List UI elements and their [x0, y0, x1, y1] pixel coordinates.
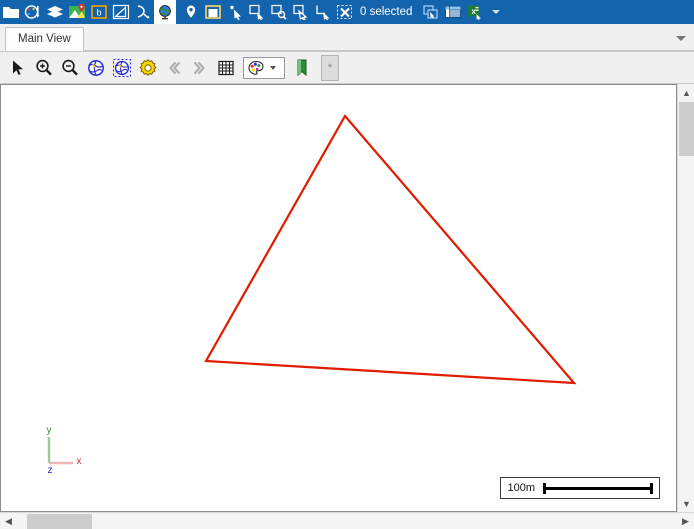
chevron-down-icon[interactable]: ▼ [678, 495, 694, 512]
application-window: b 0 selected x Main View * y x z 100m ▲ … [0, 0, 694, 529]
view-settings-gear-icon[interactable] [135, 55, 161, 81]
map-canvas[interactable]: y x z 100m [0, 84, 677, 512]
chevron-down-icon[interactable] [270, 65, 276, 70]
axis-orientation-gizmo: y x z [37, 421, 85, 473]
select-crop-icon[interactable] [312, 0, 334, 24]
zoom-selection-globe-icon[interactable] [109, 55, 135, 81]
select-rectangle-icon[interactable] [246, 0, 268, 24]
tab-label: Main View [18, 33, 71, 45]
chevron-right-icon[interactable]: ▶ [677, 513, 694, 529]
chevron-left-icon[interactable]: ◀ [0, 513, 17, 529]
scale-bar: 100m [500, 477, 660, 499]
color-palette-combo[interactable] [243, 56, 285, 79]
svg-text:y: y [47, 425, 52, 436]
styles-palette-icon[interactable] [22, 0, 44, 24]
zoom-in-icon[interactable] [31, 55, 57, 81]
previous-view-icon[interactable] [161, 55, 187, 81]
vertical-scrollbar-thumb[interactable] [679, 102, 694, 156]
horizontal-scrollbar[interactable]: ◀ ▶ [0, 512, 694, 529]
svg-text:x: x [472, 7, 477, 16]
color-palette-icon [244, 60, 268, 76]
main-toolbar: b 0 selected x [0, 0, 694, 24]
tab-bar-filler [83, 27, 694, 51]
next-view-icon[interactable] [187, 55, 213, 81]
svg-text:b: b [96, 8, 101, 18]
select-lasso-icon[interactable] [268, 0, 290, 24]
location-marker-icon[interactable] [180, 0, 202, 24]
svg-text:x: x [77, 456, 82, 467]
scale-bar-label: 100m [507, 482, 535, 494]
select-pointer-icon[interactable] [224, 0, 246, 24]
attribute-table-icon[interactable] [442, 0, 464, 24]
export-excel-icon[interactable]: x [464, 0, 486, 24]
triangle-polygon[interactable] [1, 85, 677, 497]
pointer-tool-icon[interactable] [5, 55, 31, 81]
star-button[interactable]: * [321, 54, 339, 81]
tab-main-view[interactable]: Main View [5, 27, 84, 51]
copy-selection-icon[interactable] [420, 0, 442, 24]
grid-toggle-icon[interactable] [213, 55, 239, 81]
trace-curve-icon[interactable] [132, 0, 154, 24]
selection-status-label: 0 selected [360, 6, 413, 18]
chevron-up-icon[interactable]: ▲ [678, 84, 694, 101]
horizontal-scrollbar-thumb[interactable] [27, 514, 92, 529]
open-folder-icon[interactable] [0, 0, 22, 24]
vertical-scrollbar[interactable]: ▲ ▼ [677, 84, 694, 512]
chevron-down-icon[interactable] [486, 0, 506, 24]
zoom-out-icon[interactable] [57, 55, 83, 81]
select-polygon-icon[interactable] [290, 0, 312, 24]
zoom-extents-globe-icon[interactable] [83, 55, 109, 81]
view-tab-bar: Main View [0, 24, 694, 52]
layers-stack-icon[interactable] [44, 0, 66, 24]
bookmark-icon[interactable] [289, 55, 315, 81]
canvas-area: y x z 100m ▲ ▼ [0, 84, 694, 512]
clear-selection-icon[interactable] [334, 0, 356, 24]
view-toolbar: * [0, 52, 694, 84]
boundary-box-icon[interactable]: b [88, 0, 110, 24]
tab-overflow-chevron-down-icon[interactable] [676, 36, 686, 41]
globe-icon[interactable] [154, 0, 176, 24]
svg-text:z: z [48, 465, 53, 473]
page-layout-icon[interactable] [202, 0, 224, 24]
map-pin-image-icon[interactable] [66, 0, 88, 24]
scale-bar-graphic [543, 482, 653, 494]
measure-angle-icon[interactable] [110, 0, 132, 24]
